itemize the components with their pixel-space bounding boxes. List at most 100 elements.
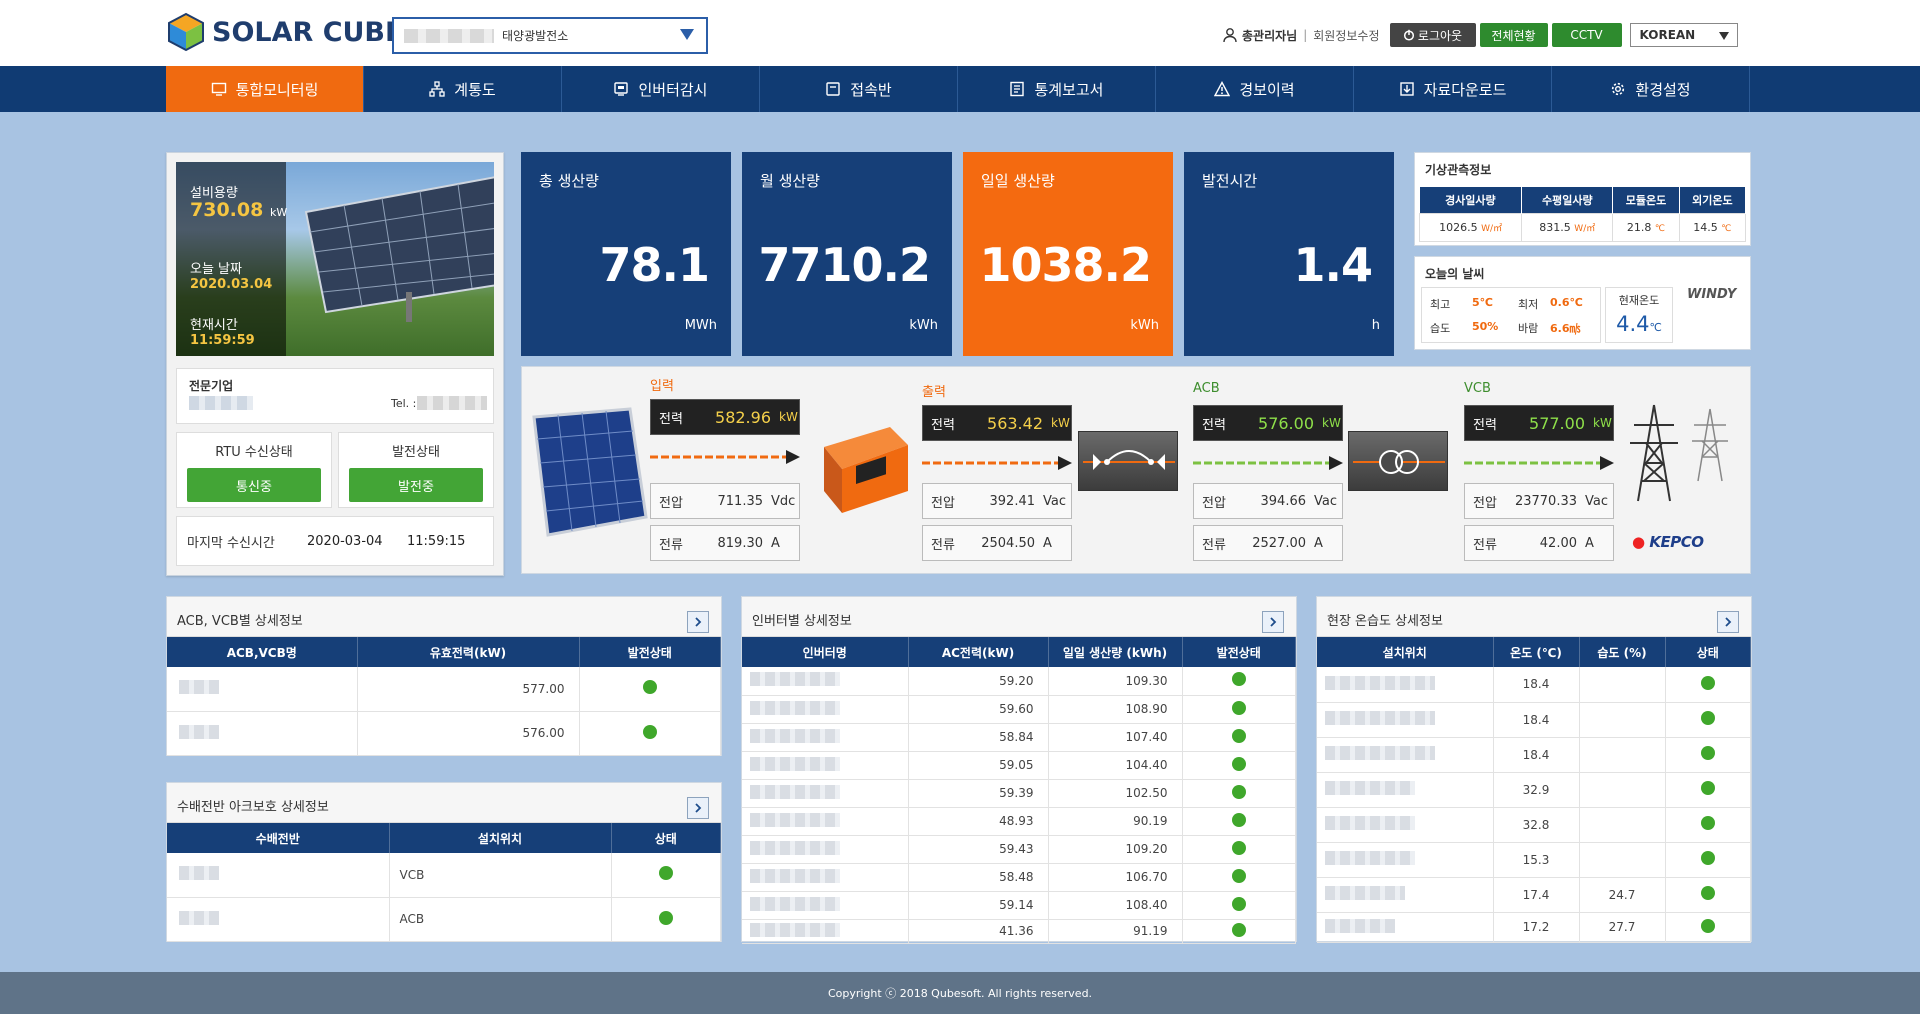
- table-row[interactable]: 59.05 104.40: [742, 751, 1296, 780]
- redacted-location: [1325, 746, 1435, 760]
- rtu-status-button[interactable]: 통신중: [187, 468, 321, 502]
- status-cell: [1665, 912, 1751, 943]
- current-label: 전류: [1473, 537, 1497, 553]
- kpi-unit: MWh: [684, 318, 717, 333]
- language-select[interactable]: KOREAN: [1629, 23, 1738, 47]
- obs-header: 모듈온도: [1612, 187, 1680, 213]
- more-button[interactable]: [687, 611, 709, 633]
- daily-cell: 109.30: [1048, 667, 1183, 696]
- nav-item-download[interactable]: 자료다운로드: [1354, 66, 1552, 112]
- solar-panel-array-image: [304, 176, 494, 322]
- table-row[interactable]: 577.00: [167, 667, 721, 712]
- more-button[interactable]: [1262, 611, 1284, 633]
- logo[interactable]: SOLAR CUBE: [166, 12, 403, 52]
- windy-logo[interactable]: WINDY: [1687, 287, 1736, 302]
- table-row[interactable]: 58.84 107.40: [742, 723, 1296, 752]
- cctv-button[interactable]: CCTV: [1551, 23, 1622, 47]
- voltage-unit: Vac: [1043, 493, 1066, 509]
- report-icon: [1010, 81, 1025, 97]
- nav-item-junction-box[interactable]: 접속반: [760, 66, 958, 112]
- kpi-value: 7710.2: [758, 238, 931, 292]
- table-row[interactable]: 58.48 106.70: [742, 863, 1296, 892]
- logout-button[interactable]: 로그아웃: [1389, 23, 1476, 47]
- input-flow-arrow: [650, 450, 800, 464]
- table-row[interactable]: 59.39 102.50: [742, 779, 1296, 808]
- ac-power-cell: 59.39: [908, 779, 1049, 808]
- panel-header: 수배전반 아크보호 상세정보: [167, 783, 721, 823]
- table-row[interactable]: 576.00: [167, 711, 721, 756]
- nav-item-alarm-history[interactable]: 경보이력: [1156, 66, 1354, 112]
- main-nav: 통합모니터링 계통도 인버터감시 접속반 통계보고서 경보이력 자료다운로드 환…: [0, 66, 1920, 112]
- table-row[interactable]: 59.20 109.30: [742, 667, 1296, 696]
- plant-select[interactable]: 태양광발전소: [392, 17, 708, 54]
- table-row[interactable]: ACB: [167, 897, 721, 942]
- location-cell: [1317, 667, 1494, 703]
- kepco-mark-icon: ●: [1632, 533, 1645, 551]
- ac-power-cell: 59.43: [908, 835, 1049, 864]
- plant-name: 태양광발전소: [502, 29, 569, 43]
- panel-header: 현장 온습도 상세정보: [1317, 597, 1751, 637]
- table-row[interactable]: 41.36 91.19: [742, 919, 1296, 944]
- nav-item-inverter[interactable]: 인버터감시: [562, 66, 760, 112]
- input-current-box: 전류 819.30 A: [650, 525, 800, 561]
- ac-power-cell: 59.05: [908, 751, 1049, 780]
- copyright-text: Copyright ⓒ 2018 Qubesoft. All rights re…: [827, 987, 1093, 1000]
- generation-status-button[interactable]: 발전중: [349, 468, 483, 502]
- table-row[interactable]: 48.93 90.19: [742, 807, 1296, 836]
- nav-item-statistics[interactable]: 통계보고서: [958, 66, 1156, 112]
- transformer-icon: [1353, 450, 1445, 474]
- overall-status-button[interactable]: 전체현황: [1479, 23, 1548, 47]
- table-row[interactable]: 18.4: [1317, 702, 1751, 738]
- redacted-name: [750, 672, 840, 687]
- more-button[interactable]: [687, 797, 709, 819]
- warning-icon: [1214, 81, 1231, 97]
- table-row[interactable]: 59.14 108.40: [742, 891, 1296, 920]
- vcb-voltage-box: 전압 23770.33 Vac: [1464, 483, 1614, 519]
- current-label: 전류: [1202, 537, 1226, 553]
- today-weather-title: 오늘의 날씨: [1425, 267, 1485, 281]
- table-row[interactable]: 59.43 109.20: [742, 835, 1296, 864]
- member-edit-link[interactable]: 회원정보수정: [1313, 27, 1379, 44]
- nav-item-settings[interactable]: 환경설정: [1552, 66, 1750, 112]
- redacted-location: [1325, 675, 1435, 690]
- table-row[interactable]: 32.9: [1317, 772, 1751, 808]
- inverter-table: 인버터명 AC전력(kW) 일일 생산량 (kWh) 발전상태 59.20 109…: [742, 637, 1296, 944]
- kepco-logo: ● KEPCO: [1632, 533, 1704, 551]
- breaker-icon: [1083, 450, 1175, 470]
- humidity-cell: [1579, 807, 1666, 843]
- redacted-name: [179, 724, 219, 739]
- voltage-label: 전압: [931, 495, 955, 511]
- table-row[interactable]: 15.3: [1317, 842, 1751, 878]
- acb-vcb-detail-panel: ACB, VCB별 상세정보 ACB,VCB명 유효전력(kW) 발전상태 57…: [166, 596, 722, 756]
- table-row[interactable]: 17.4 24.7: [1317, 877, 1751, 913]
- table-row[interactable]: 17.2 27.7: [1317, 912, 1751, 943]
- table-row[interactable]: 18.4: [1317, 667, 1751, 703]
- status-dot-icon: [1231, 812, 1246, 827]
- power-unit: kW: [1593, 416, 1612, 430]
- status-dot-icon: [1231, 922, 1246, 937]
- acb-voltage-box: 전압 394.66 Vac: [1193, 483, 1343, 519]
- humidity-cell: [1579, 842, 1666, 878]
- name-cell: [742, 723, 909, 752]
- name-cell: [167, 897, 390, 942]
- status-cell: [1665, 667, 1751, 703]
- nav-label: 인버터감시: [638, 80, 708, 99]
- more-button[interactable]: [1717, 611, 1739, 633]
- table-row[interactable]: 32.8: [1317, 807, 1751, 843]
- temp-cell: 32.8: [1493, 807, 1580, 843]
- acb-switch-node: [1078, 431, 1178, 491]
- table-row[interactable]: VCB: [167, 853, 721, 898]
- input-power-value: 582.96: [715, 407, 771, 427]
- current-temperature-box: 현재온도 4.4℃: [1605, 287, 1673, 343]
- nav-item-system-diagram[interactable]: 계통도: [364, 66, 562, 112]
- temp-cell: 17.4: [1493, 877, 1580, 913]
- voltage-label: 전압: [659, 495, 683, 511]
- table-row[interactable]: 18.4: [1317, 737, 1751, 773]
- nav-label: 접속반: [850, 80, 892, 99]
- redacted-location: [1325, 781, 1415, 795]
- acb-flow-arrow: [1193, 456, 1343, 470]
- nav-item-integrated-monitoring[interactable]: 통합모니터링: [166, 66, 364, 112]
- table-row[interactable]: 59.60 108.90: [742, 695, 1296, 724]
- redacted-name: [750, 922, 840, 937]
- status-dot-icon: [1700, 886, 1715, 900]
